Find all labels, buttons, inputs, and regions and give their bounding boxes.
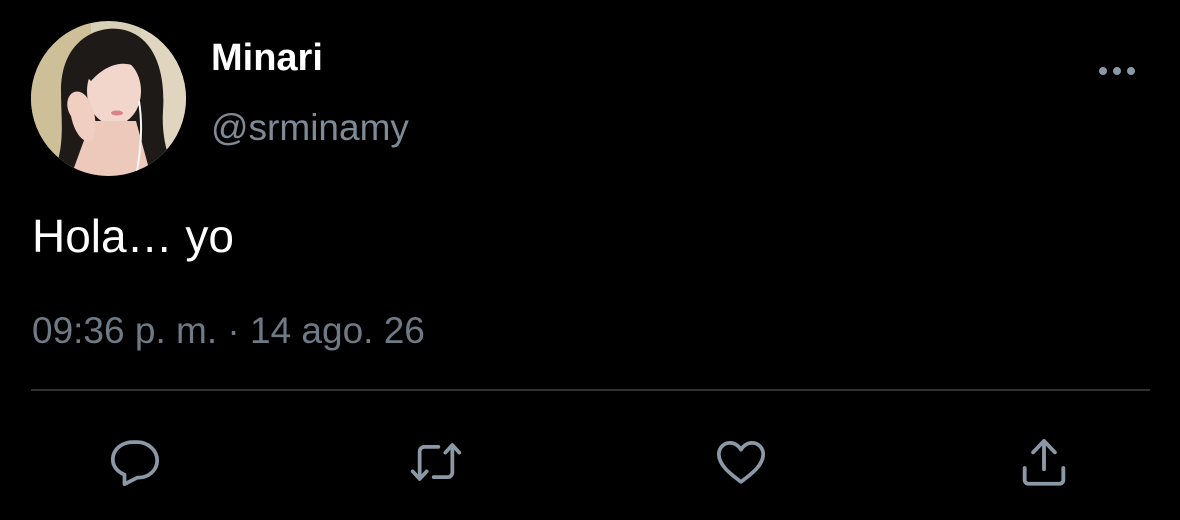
reply-button[interactable] [103, 432, 167, 492]
tweet-date: 14 ago. 26 [250, 310, 425, 351]
retweet-icon [410, 443, 462, 481]
share-icon [1022, 439, 1066, 486]
avatar-photo [31, 21, 186, 176]
more-options-icon [1099, 67, 1135, 75]
tweet-detail: Minari @srminamy Hola… yo 09:36 p. m. · … [0, 0, 1180, 520]
avatar[interactable] [31, 21, 186, 176]
like-icon [716, 441, 766, 484]
retweet-button[interactable] [404, 432, 468, 492]
user-handle[interactable]: @srminamy [211, 108, 409, 148]
timestamp-separator: · [227, 310, 240, 351]
divider [31, 389, 1150, 391]
like-button[interactable] [709, 432, 773, 492]
tweet-time: 09:36 p. m. [32, 310, 218, 351]
more-options-button[interactable] [1094, 58, 1140, 84]
tweet-text: Hola… yo [32, 210, 234, 262]
tweet-timestamp[interactable]: 09:36 p. m. · 14 ago. 26 [32, 310, 425, 352]
display-name[interactable]: Minari [211, 38, 323, 78]
reply-icon [110, 440, 160, 487]
share-button[interactable] [1012, 432, 1076, 492]
